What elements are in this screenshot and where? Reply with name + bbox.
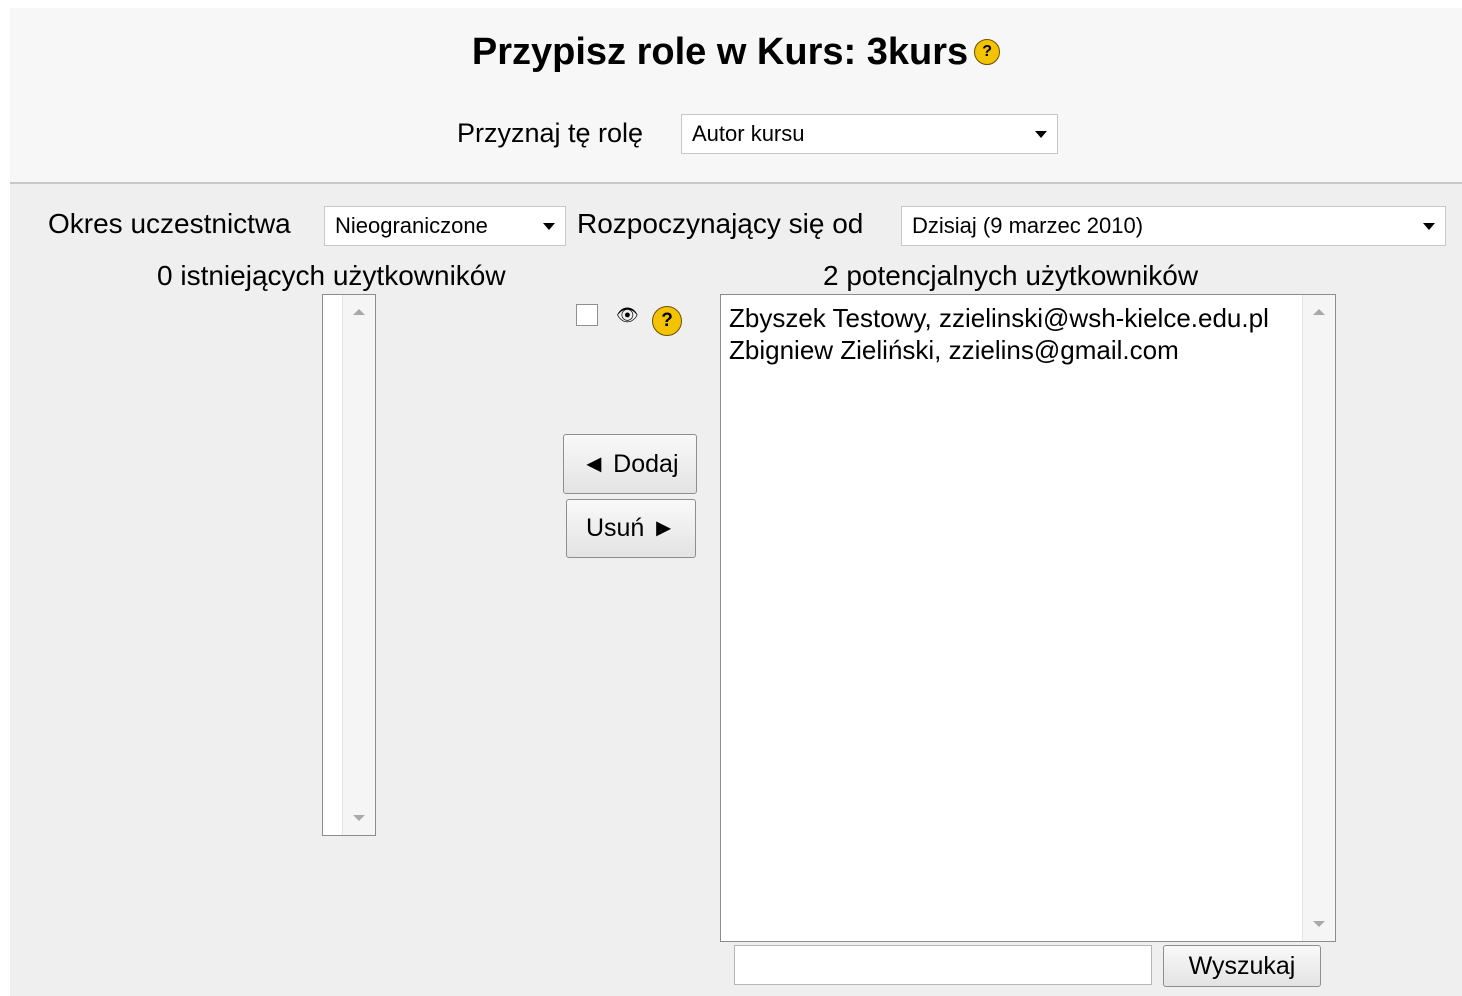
role-header-panel: Przypisz role w Kurs: 3kurs? Przyznaj tę… (10, 8, 1462, 184)
add-button[interactable]: ◄ Dodaj (563, 434, 697, 494)
enrol-period-value: Nieograniczone (335, 213, 488, 238)
page-title-text: Przypisz role w Kurs: 3kurs (471, 31, 969, 73)
enrol-start-label: Rozpoczynający się od (577, 208, 864, 239)
scroll-down-icon[interactable] (1313, 921, 1325, 927)
search-button[interactable]: Wyszukaj (1163, 945, 1321, 987)
potential-users-label: 2 potencjalnych użytkowników (823, 260, 1199, 291)
role-select-value: Autor kursu (692, 121, 805, 146)
scroll-up-icon[interactable] (1313, 309, 1325, 315)
scrollbar[interactable] (1302, 295, 1335, 941)
page-title: Przypisz role w Kurs: 3kurs? (10, 30, 1462, 74)
scroll-up-icon[interactable] (353, 309, 365, 315)
scroll-down-icon[interactable] (353, 815, 365, 821)
scrollbar[interactable] (342, 295, 375, 835)
list-item[interactable]: Zbyszek Testowy, zzielinski@wsh-kielce.e… (729, 303, 1269, 334)
chevron-down-icon (1035, 131, 1047, 138)
role-label: Przyznaj tę rolę (457, 118, 644, 148)
enrol-period-label: Okres uczestnictwa (48, 208, 291, 239)
enrol-start-value: Dzisiaj (9 marzec 2010) (912, 213, 1144, 238)
list-item[interactable]: Zbigniew Zieliński, zzielins@gmail.com (729, 335, 1179, 366)
existing-users-list[interactable] (322, 294, 376, 836)
chevron-down-icon (1423, 223, 1435, 230)
enrol-period-select[interactable]: Nieograniczone (324, 206, 566, 246)
assign-panel: Okres uczestnictwa Nieograniczone Rozpoc… (10, 184, 1462, 996)
role-select[interactable]: Autor kursu (681, 114, 1058, 154)
help-icon[interactable]: ? (652, 306, 682, 336)
chevron-down-icon (543, 223, 555, 230)
eye-icon: 👁 (616, 305, 639, 325)
remove-button[interactable]: Usuń ► (566, 499, 696, 558)
show-hidden-checkbox[interactable] (576, 304, 598, 326)
enrol-start-select[interactable]: Dzisiaj (9 marzec 2010) (901, 206, 1446, 246)
help-icon[interactable]: ? (974, 38, 1001, 65)
potential-users-list[interactable]: Zbyszek Testowy, zzielinski@wsh-kielce.e… (720, 294, 1336, 942)
search-input[interactable] (734, 945, 1152, 985)
existing-users-label: 0 istniejących użytkowników (157, 260, 506, 291)
